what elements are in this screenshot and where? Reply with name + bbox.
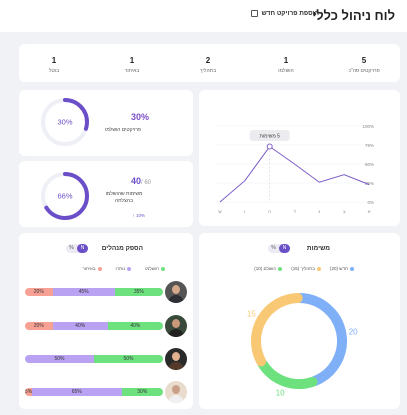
legend-left-dot: [127, 266, 132, 271]
y-tick-label: 50%: [365, 162, 374, 167]
x-tick-label: א: [368, 209, 371, 214]
bar-late: 20%: [25, 322, 53, 330]
bar-late: 20%: [25, 288, 53, 296]
managers-performance-card: הספק מנהלים N % הושלמו נותרו באיחור 20% …: [19, 233, 193, 409]
x-tick-label: ו: [244, 209, 245, 214]
manager-avatar: [165, 281, 187, 303]
tasks-progress-ring: 66%: [41, 172, 89, 220]
stat-total: 5 פרויקטים סה"כ: [334, 56, 394, 74]
top-header: לוח ניהול כללי הוספת פרויקט חדש: [0, 0, 407, 32]
add-project-label: הוספת פרויקט חדש: [261, 10, 319, 17]
bar-left: 65%: [31, 388, 122, 396]
bar-late: 5%: [25, 388, 33, 396]
data-point[interactable]: [266, 143, 273, 150]
manager-avatar: [165, 315, 187, 337]
stat-in-progress: 2 בתהליך: [178, 56, 238, 74]
x-tick-label: ג: [318, 209, 320, 214]
add-project-button[interactable]: הוספת פרויקט חדש: [251, 10, 319, 17]
manager-avatar: [165, 381, 187, 403]
stat-cancelled: 1 בוטל: [24, 56, 84, 74]
stats-bar: 5 פרויקטים סה"כ 1 הושלמו 2 בתהליך 1 באיח…: [19, 44, 400, 82]
legend-late: באיחור: [82, 266, 102, 271]
bar-done: 50%: [94, 355, 163, 363]
donut-value-label: 15: [247, 310, 256, 319]
series-line: [219, 145, 370, 203]
tasks-done-count: 40/ 60: [131, 176, 151, 186]
y-tick-label: 75%: [365, 143, 374, 148]
tasks-status-card: משימות N % חדש (20) בתהליך (15) הושלם (1…: [199, 233, 400, 409]
projects-percent: 30%: [130, 112, 149, 122]
managers-legend: הושלמו נותרו באיחור: [82, 266, 165, 271]
weekly-line-chart-card: 0% 25% 50% 75% 100% ש ו ה ד ג ב א 5 משימות: [199, 90, 400, 226]
stat-in-progress-value: 2: [205, 56, 211, 65]
bar-left: 40%: [52, 322, 108, 330]
tasks-done-label: משימות שהושלמו בהצלחה: [105, 191, 143, 204]
projects-progress-card: 30% 30% פרויקטים הושלמו: [19, 90, 193, 156]
stat-late-label: באיחור: [124, 68, 140, 74]
managers-toggle-n[interactable]: N: [77, 244, 88, 253]
stat-in-progress-label: בתהליך: [199, 68, 217, 74]
legend-left-label: נותרו: [115, 266, 126, 271]
legend-done-label: הושלמו: [145, 266, 159, 271]
donut-slice-הושלם[interactable]: [257, 358, 318, 389]
page-title: לוח ניהול כללי: [312, 8, 395, 23]
tasks-total: / 60: [140, 180, 151, 186]
stat-completed-label: הושלמו: [278, 68, 294, 74]
x-tick-label: ד: [293, 209, 296, 214]
bar-left: 50%: [25, 355, 94, 363]
legend-done-dot: [161, 266, 165, 271]
weekly-line-chart: 0%25%50%75%100%ש ו ה ד ג ב א5 משימות: [216, 124, 374, 214]
legend-late-label: באיחור: [82, 266, 96, 271]
stat-total-value: 5: [361, 56, 367, 65]
manager-row[interactable]: 5% 65% 30%: [25, 381, 187, 403]
managers-unit-toggle[interactable]: N %: [66, 244, 88, 253]
stat-completed-value: 1: [283, 56, 289, 65]
stat-cancelled-label: בוטל: [48, 68, 60, 74]
managers-title: הספק מנהלים: [101, 245, 143, 252]
manager-progress-bar: 50% 50%: [25, 355, 163, 363]
managers-toggle-percent[interactable]: %: [66, 244, 77, 253]
y-tick-label: 0%: [367, 200, 374, 205]
legend-late-dot: [97, 266, 102, 271]
stat-completed: 1 הושלמו: [256, 56, 316, 74]
y-tick-label: 100%: [362, 124, 374, 129]
manager-progress-bar: 5% 65% 30%: [25, 388, 163, 396]
tooltip-text: 5 משימות: [259, 134, 280, 140]
bar-left: 45%: [52, 288, 115, 296]
x-tick-label: ש: [218, 209, 222, 214]
manager-row[interactable]: 20% 45% 35%: [25, 281, 187, 303]
manager-avatar: [165, 348, 187, 370]
tasks-ring-center: 66%: [57, 192, 72, 201]
bar-done: 35%: [114, 288, 163, 296]
manager-progress-bar: 20% 40% 40%: [25, 322, 163, 330]
donut-value-label: 20: [349, 327, 358, 336]
tasks-progress-card: 66% 40/ 60 משימות שהושלמו בהצלחה 10% ↑: [19, 161, 193, 227]
donut-slice-חדש[interactable]: [295, 293, 347, 386]
external-link-icon: [251, 10, 259, 17]
projects-progress-ring: 30%: [41, 98, 89, 146]
tasks-done: 40: [130, 176, 141, 186]
x-tick-label: ב: [343, 209, 346, 214]
donut-slice-בתהליך[interactable]: [251, 293, 303, 367]
donut-value-label: 10: [276, 389, 285, 398]
stat-late: 1 באיחור: [102, 56, 162, 74]
projects-ring-center: 30%: [57, 118, 72, 127]
manager-progress-bar: 20% 45% 35%: [25, 288, 163, 296]
projects-percent-label: פרויקטים הושלמו: [105, 127, 141, 133]
stat-late-value: 1: [129, 56, 135, 65]
manager-row[interactable]: 20% 40% 40%: [25, 315, 187, 337]
manager-row[interactable]: 50% 50%: [25, 348, 187, 370]
legend-done: הושלמו: [145, 266, 165, 271]
legend-left: נותרו: [116, 266, 132, 271]
stat-total-label: פרויקטים סה"כ: [348, 68, 380, 74]
stat-cancelled-value: 1: [51, 56, 57, 65]
bar-done: 30%: [121, 388, 163, 396]
bar-done: 40%: [107, 322, 163, 330]
tasks-delta: 10% ↑: [132, 213, 145, 218]
tasks-donut-chart: 20 10 15: [247, 293, 358, 398]
x-tick-label: ה: [268, 209, 271, 214]
